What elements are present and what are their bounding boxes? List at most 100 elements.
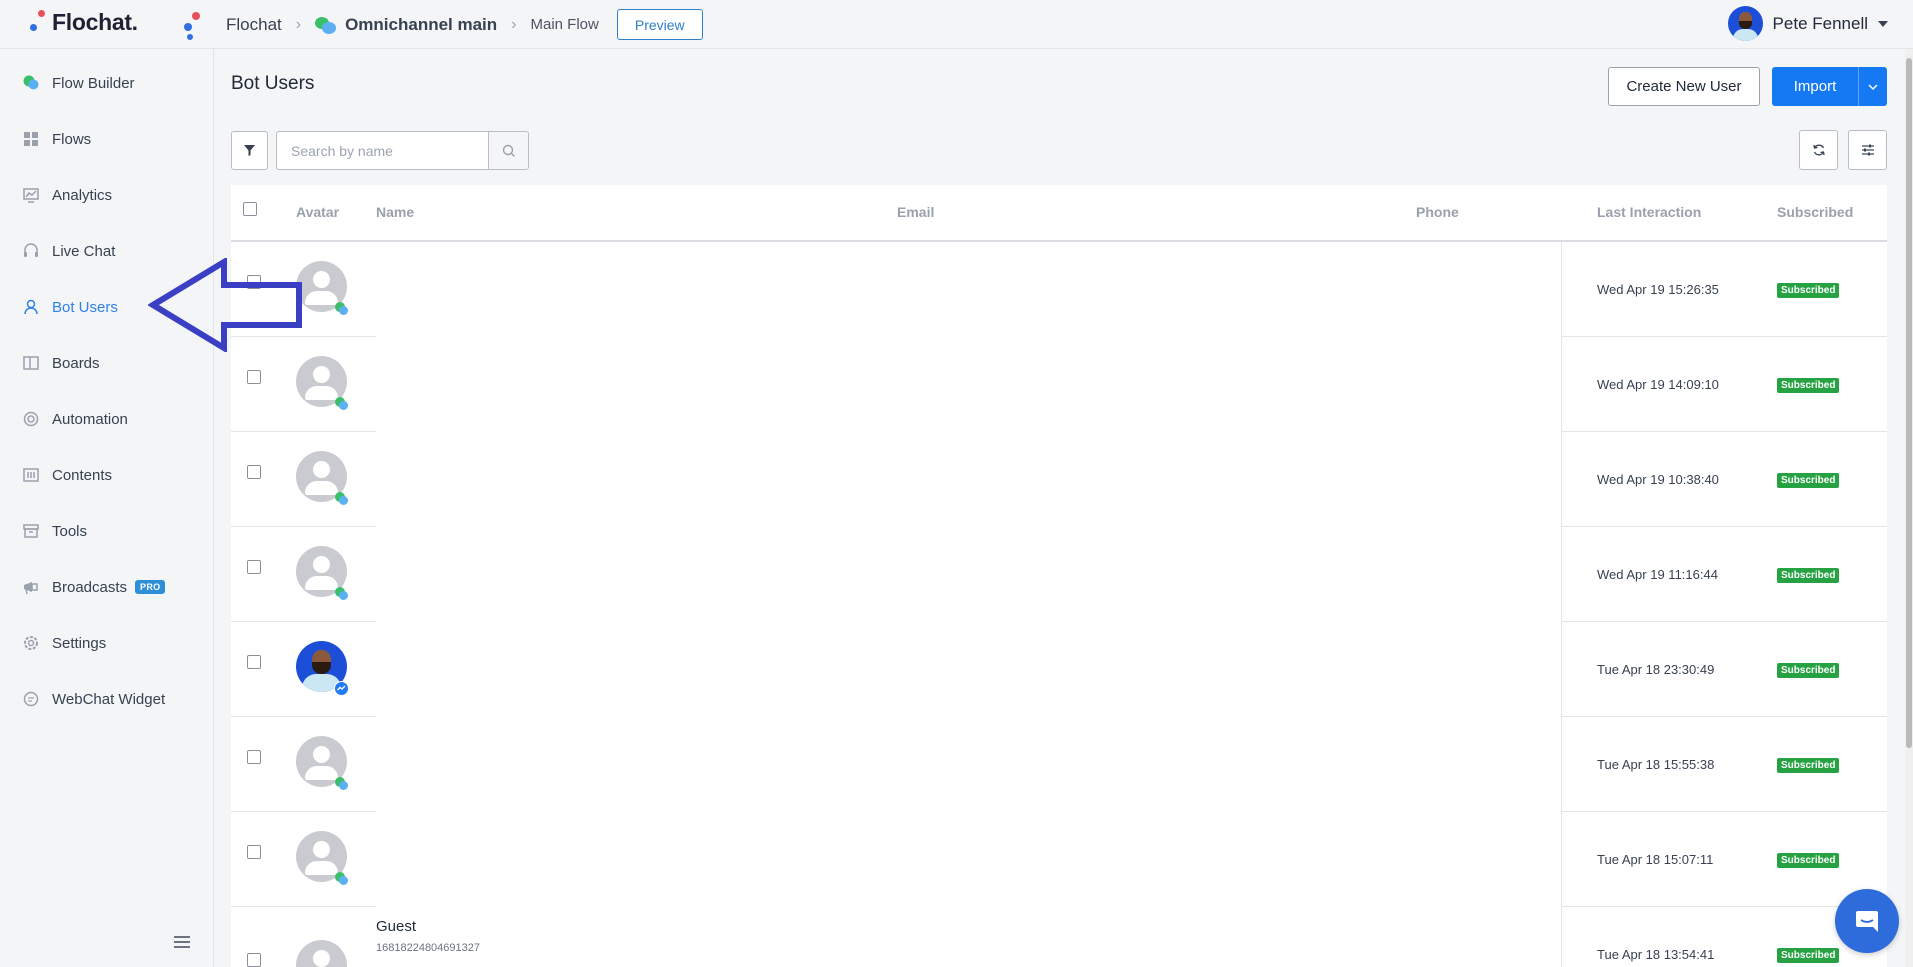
last-interaction: Tue Apr 18 23:30:49 [1597, 662, 1715, 677]
sidebar-item-settings[interactable]: Settings [0, 615, 213, 671]
column-header-last-interaction[interactable]: Last Interaction [1597, 204, 1701, 220]
create-new-user-button[interactable]: Create New User [1608, 67, 1760, 106]
search-bar [276, 131, 529, 170]
column-header-phone[interactable]: Phone [1416, 204, 1459, 220]
megaphone-icon [24, 582, 38, 595]
select-all-checkbox[interactable] [243, 202, 257, 216]
refresh-button[interactable] [1799, 130, 1838, 170]
column-header-avatar[interactable]: Avatar [296, 204, 339, 220]
sidebar-item-label: Contents [52, 466, 113, 484]
row-checkbox[interactable] [247, 750, 261, 764]
last-interaction: Wed Apr 19 10:38:40 [1597, 472, 1719, 487]
status-badge: Subscribed [1777, 948, 1840, 963]
sidebar-item-webchat-widget[interactable]: WebChat Widget [0, 671, 213, 727]
table-row[interactable]: Wed Apr 19 10:38:40 Subscribed [231, 432, 1887, 527]
last-interaction: Wed Apr 19 15:26:35 [1597, 282, 1719, 297]
user-name[interactable]: Guest [376, 918, 416, 935]
breadcrumb: Flochat › Omnichannel main › Main Flow P… [180, 0, 703, 49]
last-interaction: Tue Apr 18 15:07:11 [1597, 852, 1714, 867]
row-checkbox[interactable] [247, 560, 261, 574]
breadcrumb-flow[interactable]: Main Flow [531, 16, 599, 33]
column-header-name[interactable]: Name [376, 204, 414, 220]
scrollbar-thumb[interactable] [1906, 58, 1912, 748]
search-icon [502, 144, 515, 157]
sidebar-item-label: Bot Users [52, 298, 118, 316]
search-input[interactable] [276, 131, 488, 170]
sidebar-item-tools[interactable]: Tools [0, 503, 213, 559]
sidebar-item-flows[interactable]: Flows [0, 111, 213, 167]
user-id: 16818224804691327 [376, 942, 481, 954]
automation-icon [23, 411, 39, 427]
sidebar-item-label: Settings [52, 634, 107, 652]
row-checkbox[interactable] [247, 655, 261, 669]
table-row[interactable]: Tue Apr 18 15:55:38 Subscribed [231, 717, 1887, 812]
collapse-sidebar-icon[interactable] [174, 936, 190, 950]
chat-bubbles-icon [315, 16, 337, 34]
headset-icon [24, 243, 38, 257]
brand-dots-icon [28, 8, 48, 36]
sidebar-item-label: Tools [52, 522, 88, 540]
chevron-right-icon: › [295, 15, 302, 33]
sidebar-item-broadcasts[interactable]: Broadcasts PRO [0, 559, 213, 615]
sidebar-item-label: Broadcasts [52, 578, 128, 596]
import-dropdown-button[interactable] [1858, 67, 1887, 106]
sidebar: Flow Builder Flows Analytics Live Chat B… [0, 49, 214, 967]
filter-button[interactable] [231, 131, 268, 170]
filter-icon [244, 145, 255, 156]
user-menu[interactable]: Pete Fennell [1727, 6, 1888, 41]
sidebar-item-contents[interactable]: Contents [0, 447, 213, 503]
webchat-channel-icon [335, 872, 348, 885]
brand-logo[interactable]: Flochat. [28, 8, 138, 36]
sidebar-item-label: Flow Builder [52, 74, 135, 92]
table-row[interactable]: Wed Apr 19 15:26:35 Subscribed [231, 242, 1887, 337]
archive-icon [23, 524, 39, 538]
import-button[interactable]: Import [1772, 67, 1858, 106]
table-row[interactable]: Guest 16818224804691327 Tue Apr 18 13:54… [231, 907, 1887, 967]
table-row[interactable]: Tue Apr 18 23:30:49 Subscribed [231, 622, 1887, 717]
search-button[interactable] [488, 131, 529, 170]
sidebar-item-label: Flows [52, 130, 92, 148]
status-badge: Subscribed [1777, 758, 1840, 773]
contents-icon [23, 468, 39, 482]
chevron-right-icon: › [511, 15, 517, 33]
last-interaction: Tue Apr 18 13:54:41 [1597, 947, 1715, 962]
webchat-channel-icon [335, 397, 348, 410]
webchat-channel-icon [335, 302, 348, 315]
table-row[interactable]: Tue Apr 18 15:07:11 Subscribed [231, 812, 1887, 907]
table-row[interactable]: Wed Apr 19 11:16:44 Subscribed [231, 527, 1887, 622]
support-chat-button[interactable] [1835, 889, 1899, 953]
sidebar-item-label: Live Chat [52, 242, 116, 260]
brand-name: Flochat. [52, 8, 138, 35]
last-interaction: Tue Apr 18 15:55:38 [1597, 757, 1715, 772]
row-checkbox[interactable] [247, 953, 261, 967]
sidebar-item-flow-builder[interactable]: Flow Builder [0, 55, 213, 111]
last-interaction: Wed Apr 19 11:16:44 [1597, 567, 1718, 582]
sidebar-item-label: Automation [52, 410, 128, 428]
sidebar-item-automation[interactable]: Automation [0, 391, 213, 447]
sidebar-item-label: Analytics [52, 186, 113, 204]
page-title: Bot Users [231, 73, 315, 94]
avatar [1727, 6, 1763, 41]
column-header-email[interactable]: Email [897, 204, 934, 220]
status-badge: Subscribed [1777, 568, 1840, 583]
breadcrumb-workspace[interactable]: Flochat [226, 15, 282, 35]
status-badge: Subscribed [1777, 378, 1840, 393]
user-name: Pete Fennell [1772, 13, 1868, 33]
preview-button[interactable]: Preview [616, 9, 703, 40]
table-row[interactable]: Wed Apr 19 14:09:10 Subscribed [231, 337, 1887, 432]
row-checkbox[interactable] [247, 370, 261, 384]
breadcrumb-flow-group[interactable]: Omnichannel main [345, 15, 497, 35]
refresh-icon [1812, 144, 1825, 156]
chat-bubble-icon [1856, 911, 1878, 932]
import-button-group: Import [1772, 67, 1887, 106]
columns-icon [23, 356, 39, 370]
column-header-subscribed[interactable]: Subscribed [1777, 204, 1853, 220]
user-icon [24, 299, 38, 315]
sidebar-item-label: WebChat Widget [52, 690, 166, 708]
column-settings-button[interactable] [1848, 130, 1887, 170]
row-checkbox[interactable] [247, 845, 261, 859]
pro-badge: PRO [135, 580, 166, 594]
row-checkbox[interactable] [247, 465, 261, 479]
sidebar-item-analytics[interactable]: Analytics [0, 167, 213, 223]
chevron-down-icon [1868, 83, 1878, 90]
